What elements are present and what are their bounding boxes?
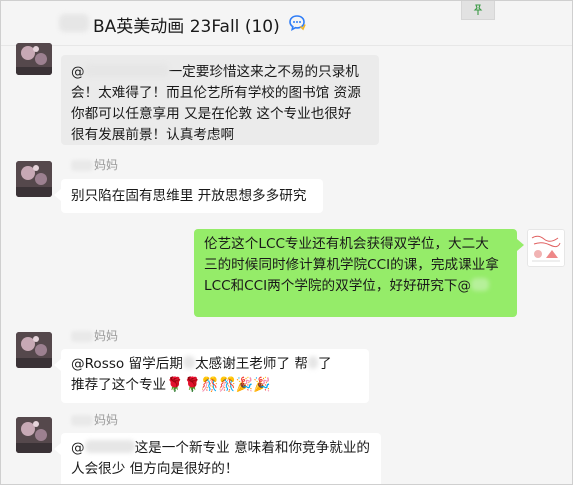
message-line: 很有发展前景！认真考虑啊 bbox=[71, 127, 235, 143]
redacted-name bbox=[84, 64, 169, 77]
avatar[interactable] bbox=[16, 43, 52, 75]
message-bubble[interactable]: @ 这是一个新专业 意味着和你竞争就业的 人会很少 但方向是很好的！ bbox=[61, 433, 381, 484]
message-line: 别只陷在固有思维里 开放思想多多研究 bbox=[71, 188, 307, 204]
avatar-image bbox=[528, 230, 564, 266]
pin-button[interactable] bbox=[461, 1, 495, 20]
avatar-image bbox=[16, 417, 52, 453]
sender-name: 妈妈 bbox=[71, 327, 118, 344]
message-line: 三的时候同时修计算机学院CCI的课，完成课业拿 bbox=[204, 257, 499, 273]
message-bubble[interactable]: @Rosso 留学后期 太感谢王老师了 帮了 推荐了这个专业🌹🌹🎊🎊🎉🎉 bbox=[61, 349, 369, 403]
redacted-name bbox=[71, 331, 93, 342]
sender-name: 妈妈 bbox=[71, 411, 118, 428]
message-bubble[interactable]: @ 一定要珍惜这来之不易的只录机 会！太难得了！而且伦艺所有学校的图书馆 资源 你… bbox=[61, 55, 379, 145]
pin-icon bbox=[473, 4, 483, 15]
bubble-tail bbox=[517, 239, 524, 251]
message-line: 人会很少 但方向是很好的！ bbox=[71, 461, 239, 477]
message-line: 会！太难得了！而且伦艺所有学校的图书馆 资源 bbox=[71, 85, 361, 101]
redacted-name bbox=[84, 440, 135, 453]
message-bubble[interactable]: 别只陷在固有思维里 开放思想多多研究 bbox=[61, 179, 323, 213]
redacted-name bbox=[71, 415, 93, 426]
redacted-name bbox=[182, 356, 195, 369]
message-line: 推荐了这个专业🌹🌹🎊🎊🎉🎉 bbox=[71, 377, 271, 393]
avatar[interactable] bbox=[16, 332, 52, 368]
message-line: @ 这是一个新专业 意味着和你竞争就业的 bbox=[71, 440, 371, 456]
redacted-name bbox=[71, 160, 93, 171]
message-line: 伦艺这个LCC专业还有机会获得双学位，大二大 bbox=[204, 236, 489, 252]
self-avatar[interactable] bbox=[527, 229, 565, 267]
avatar-image bbox=[16, 43, 52, 75]
chat-window: BA英美动画 23Fall (10) @ 一定要珍惜这来之不易的只录机 会！太难得… bbox=[0, 0, 573, 485]
redacted-name bbox=[308, 356, 319, 369]
redacted-name bbox=[471, 278, 490, 291]
message-line: @Rosso 留学后期 太感谢王老师了 帮了 bbox=[71, 356, 332, 372]
avatar[interactable] bbox=[16, 161, 52, 197]
sender-name: 妈妈 bbox=[71, 156, 118, 173]
chat-title[interactable]: BA英美动画 23Fall (10) bbox=[93, 12, 280, 37]
redacted-title-prefix bbox=[59, 14, 89, 32]
message-line: LCC和CCI两个学院的双学位，好好研究下@ bbox=[204, 276, 507, 297]
avatar-image bbox=[16, 332, 52, 368]
message-bubble[interactable]: 伦艺这个LCC专业还有机会获得双学位，大二大 三的时候同时修计算机学院CCI的课… bbox=[194, 229, 517, 317]
avatar-image bbox=[16, 161, 52, 197]
bubble-tail bbox=[54, 443, 61, 455]
message-line: 你都可以任意享用 又是在伦敦 这个专业也很好 bbox=[71, 106, 352, 122]
title-bar: BA英美动画 23Fall (10) bbox=[1, 1, 572, 46]
avatar[interactable] bbox=[16, 417, 52, 453]
message-line: @ 一定要珍惜这来之不易的只录机 bbox=[71, 64, 359, 80]
chat-bubble-icon[interactable] bbox=[288, 14, 306, 32]
bubble-tail bbox=[54, 189, 61, 201]
emoji-reactions: 🌹🌹🎊🎊🎉🎉 bbox=[166, 377, 271, 393]
bubble-tail bbox=[54, 359, 61, 371]
